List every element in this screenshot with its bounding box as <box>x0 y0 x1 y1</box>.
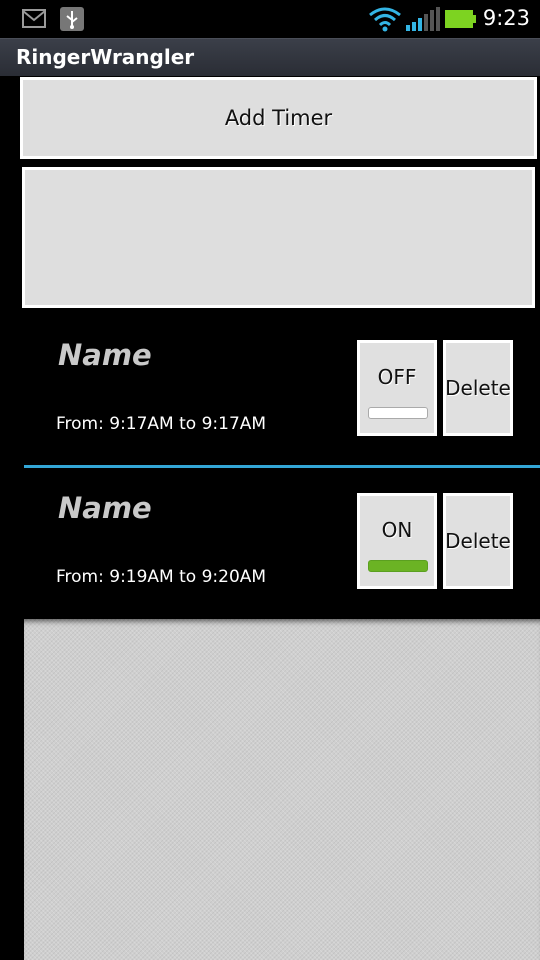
usb-icon <box>60 7 84 31</box>
add-timer-button[interactable]: Add Timer <box>20 77 537 159</box>
battery-icon <box>445 10 476 28</box>
delete-button[interactable]: Delete <box>443 340 513 436</box>
app-title: RingerWrangler <box>16 45 195 69</box>
toggle-label: OFF <box>377 365 417 389</box>
timer-row[interactable]: Name From: 9:17AM to 9:17AM OFF Delete <box>24 328 540 478</box>
toggle-label: ON <box>381 518 413 542</box>
empty-list-area <box>24 619 540 960</box>
signal-icon <box>406 7 440 31</box>
toggle-indicator-on <box>368 560 428 572</box>
blank-panel <box>22 167 535 308</box>
timer-name: Name <box>58 491 152 525</box>
title-bar: RingerWrangler <box>0 38 540 76</box>
status-bar: 9:23 <box>0 0 540 38</box>
list-divider <box>24 465 540 468</box>
toggle-button[interactable]: OFF <box>357 340 437 436</box>
gmail-icon <box>22 9 46 28</box>
timer-range: From: 9:19AM to 9:20AM <box>56 567 267 587</box>
status-time: 9:23 <box>482 6 530 30</box>
delete-button[interactable]: Delete <box>443 493 513 589</box>
toggle-indicator-off <box>368 407 428 419</box>
wifi-icon <box>369 7 401 32</box>
timer-name: Name <box>58 338 152 372</box>
timer-range: From: 9:17AM to 9:17AM <box>56 414 267 434</box>
timer-row[interactable]: Name From: 9:19AM to 9:20AM ON Delete <box>24 481 540 631</box>
toggle-button[interactable]: ON <box>357 493 437 589</box>
